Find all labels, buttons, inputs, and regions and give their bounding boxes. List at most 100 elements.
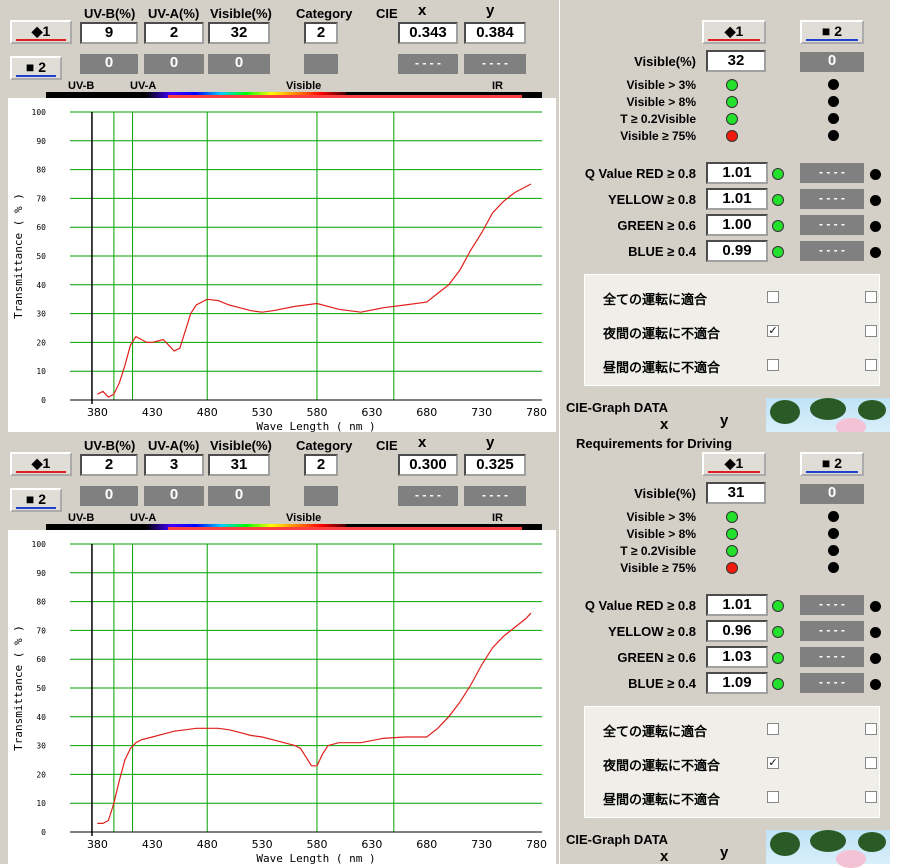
scenery-image xyxy=(766,398,890,436)
q-status-icon-2 xyxy=(870,221,881,232)
x-tick-label: 630 xyxy=(361,838,382,851)
spectrum-bar: UV-B UV-A Visible IR xyxy=(46,510,542,530)
req-sample-1-button[interactable]: ◆1 xyxy=(702,20,766,44)
sample-2-button[interactable]: ■ 2 xyxy=(10,488,62,512)
cie-y-value: 0.325 xyxy=(464,454,526,476)
category-header: Category xyxy=(296,438,353,453)
y-tick-label: 80 xyxy=(36,166,46,175)
uva-header: UV-A(%) xyxy=(148,6,200,21)
driving-checkbox[interactable]: ✓ xyxy=(767,757,779,769)
y-header: y xyxy=(486,434,495,451)
visible-header: Visible(%) xyxy=(210,6,272,21)
visible-pct-value: 31 xyxy=(706,482,766,504)
category-value: 2 xyxy=(304,22,338,44)
x-tick-label: 730 xyxy=(471,406,492,419)
x-tick-label: 780 xyxy=(526,838,547,851)
y-tick-label: 100 xyxy=(32,540,47,549)
driving-checkbox-2[interactable] xyxy=(865,291,877,303)
visible-check-label: Visible ≥ 75% xyxy=(620,129,696,143)
q-green-label: GREEN ≥ 0.6 xyxy=(617,218,696,233)
q-green-label: GREEN ≥ 0.6 xyxy=(617,650,696,665)
driving-checkbox-2[interactable] xyxy=(865,723,877,735)
x-tick-label: 380 xyxy=(87,838,108,851)
driving-checkbox[interactable] xyxy=(767,291,779,303)
req-sample-2-button[interactable]: ■ 2 xyxy=(800,452,864,476)
x-tick-label: 380 xyxy=(87,406,108,419)
category-value: 2 xyxy=(304,454,338,476)
driving-checkbox-2[interactable] xyxy=(865,757,877,769)
q-blue-value: 0.99 xyxy=(706,240,768,262)
visible-pct-value-2: 0 xyxy=(800,484,864,504)
uva-value: 3 xyxy=(144,454,204,476)
uva-header: UV-A(%) xyxy=(148,438,200,453)
requirements-panel: Requirements for Driving ◆1 ■ 2 Visible(… xyxy=(560,432,890,868)
y-tick-label: 30 xyxy=(36,742,46,751)
x-tick-label: 530 xyxy=(252,406,273,419)
y-tick-label: 60 xyxy=(36,223,46,232)
check-status-icon xyxy=(726,528,738,540)
q-status-icon xyxy=(772,246,784,258)
y-tick-label: 100 xyxy=(32,108,47,117)
req-sample-2-button[interactable]: ■ 2 xyxy=(800,20,864,44)
y-tick-label: 20 xyxy=(36,338,46,347)
uva-value: 2 xyxy=(144,22,204,44)
driving-checkbox[interactable] xyxy=(767,359,779,371)
driving-label: 昼間の運転に不適合 xyxy=(603,360,721,375)
y-tick-label: 90 xyxy=(36,569,46,578)
transmittance-chart: 0 10 20 30 40 50 60 70 80 90 100 380 430 480 530 580 630… xyxy=(8,98,556,433)
visible-value-2: 0 xyxy=(208,54,270,74)
y-axis-label: Transmittance ( % ) xyxy=(12,625,25,751)
panel-1: UV-B(%) UV-A(%) Visible(%) Category CIE … xyxy=(0,0,900,436)
driving-checkbox-2[interactable] xyxy=(865,325,877,337)
y-tick-label: 80 xyxy=(36,598,46,607)
uva-band-label: UV-A xyxy=(130,80,157,92)
check-status-icon xyxy=(726,113,738,125)
visible-band-label: Visible xyxy=(286,512,322,524)
x-header: x xyxy=(418,434,427,451)
x-header: x xyxy=(418,2,427,19)
driving-suitability-box: 全ての運転に適合 夜間の運転に不適合 ✓ 昼間の運転に不適合 xyxy=(584,706,880,818)
q-green-value-2: - - - - xyxy=(800,215,864,235)
driving-label: 全ての運転に適合 xyxy=(603,292,708,307)
driving-checkbox-2[interactable] xyxy=(865,359,877,371)
cie-y-col: y xyxy=(720,844,729,861)
driving-checkbox[interactable] xyxy=(767,723,779,735)
x-tick-label: 580 xyxy=(306,838,327,851)
x-tick-label: 630 xyxy=(361,406,382,419)
uvb-header: UV-B(%) xyxy=(84,6,136,21)
cie-x-value-2: - - - - xyxy=(398,486,458,506)
check-status-icon xyxy=(726,545,738,557)
q-red-value-2: - - - - xyxy=(800,595,864,615)
cie-graph-label: CIE-Graph DATA xyxy=(566,400,669,415)
q-green-value: 1.03 xyxy=(706,646,768,668)
y-tick-label: 0 xyxy=(41,396,46,405)
driving-checkbox-2[interactable] xyxy=(865,791,877,803)
driving-checkbox[interactable] xyxy=(767,791,779,803)
q-status-icon-2 xyxy=(870,601,881,612)
cie-graph-area: CIE-Graph DATA x y xyxy=(560,396,890,436)
sample-2-button[interactable]: ■ 2 xyxy=(10,56,62,80)
driving-label: 昼間の運転に不適合 xyxy=(603,792,721,807)
visible-check-label: Visible > 8% xyxy=(626,95,697,109)
check-status-icon xyxy=(726,562,738,574)
cie-x-value-2: - - - - xyxy=(398,54,458,74)
q-blue-label: BLUE ≥ 0.4 xyxy=(628,244,696,259)
x-tick-label: 480 xyxy=(197,838,218,851)
req-sample-1-button[interactable]: ◆1 xyxy=(702,452,766,476)
uvb-value: 9 xyxy=(80,22,138,44)
q-status-icon-2 xyxy=(870,653,881,664)
q-red-label: Q Value RED ≥ 0.8 xyxy=(584,166,696,181)
q-yellow-label: YELLOW ≥ 0.8 xyxy=(607,192,696,207)
visible-check-label: Visible > 3% xyxy=(626,510,697,524)
transmittance-curve xyxy=(97,183,532,398)
sample-1-button[interactable]: ◆1 xyxy=(10,452,72,476)
q-status-icon xyxy=(772,220,784,232)
sample-1-button[interactable]: ◆1 xyxy=(10,20,72,44)
driving-checkbox[interactable]: ✓ xyxy=(767,325,779,337)
check-status-icon-2 xyxy=(828,562,839,573)
q-green-value-2: - - - - xyxy=(800,647,864,667)
check-status-icon-2 xyxy=(828,130,839,141)
check-status-icon-2 xyxy=(828,96,839,107)
q-yellow-value-2: - - - - xyxy=(800,189,864,209)
cie-x-value: 0.343 xyxy=(398,22,458,44)
